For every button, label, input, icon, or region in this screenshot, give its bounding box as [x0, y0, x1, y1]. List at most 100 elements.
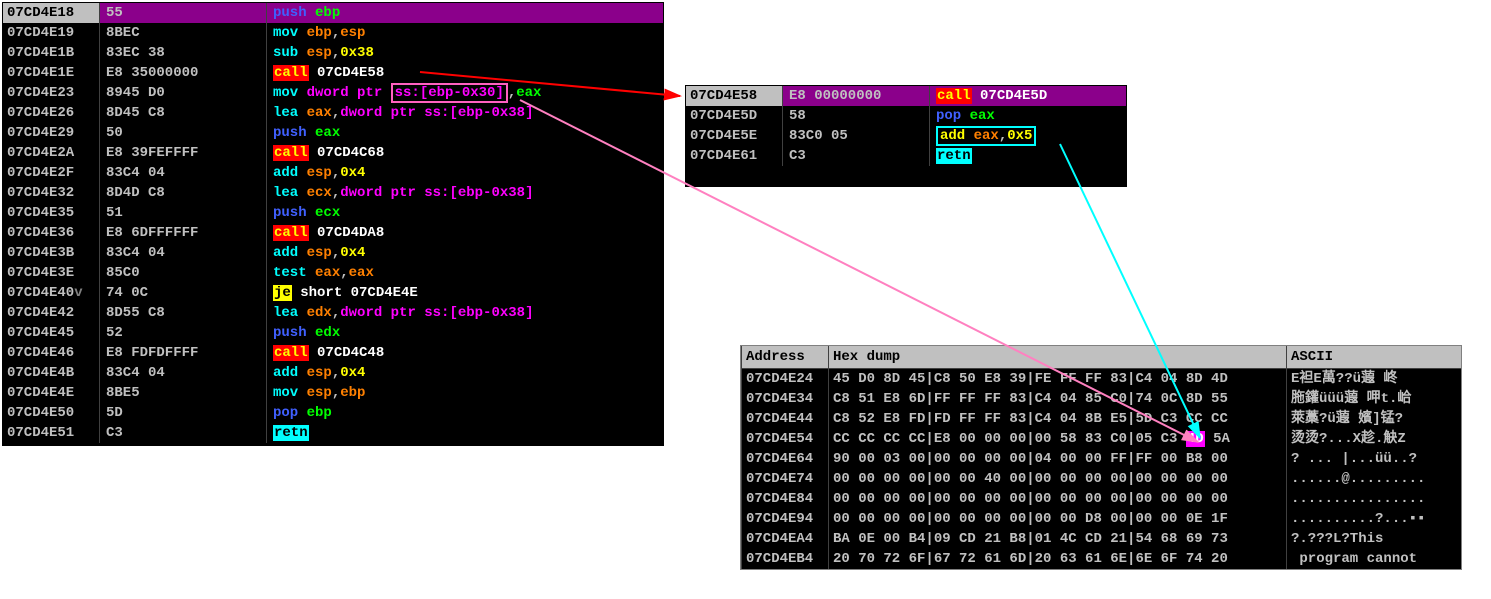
- hexdump-row[interactable]: 07CD4E2445 D0 8D 45|C8 50 E8 39|FE FF FF…: [741, 369, 1461, 389]
- disasm-row[interactable]: 07CD4E2950push eax: [3, 123, 663, 143]
- disasm-cell: push edx: [266, 323, 663, 343]
- hexdump-row[interactable]: 07CD4E9400 00 00 00|00 00 00 00|00 00 D8…: [741, 509, 1461, 529]
- disasm-cell: add esp,0x4: [266, 363, 663, 383]
- disasm-row[interactable]: 07CD4E46E8 FDFDFFFFcall 07CD4C48: [3, 343, 663, 363]
- disasm-cell: add esp,0x4: [266, 163, 663, 183]
- token: add: [273, 365, 307, 381]
- disasm-row[interactable]: 07CD4E2F83C4 04add esp,0x4: [3, 163, 663, 183]
- token: [961, 108, 969, 124]
- token: lea: [273, 105, 307, 121]
- hex-bytes: C8 51 E8 6D|FF FF FF 83|C4 04 85 C0|74 0…: [828, 389, 1286, 409]
- hexdump-row[interactable]: 07CD4EA4BA 0E 00 B4|09 CD 21 B8|01 4C CD…: [741, 529, 1461, 549]
- disasm-cell: lea edx,dword ptr ss:[ebp-0x38]: [266, 303, 663, 323]
- token: eax: [970, 108, 995, 124]
- disasm-cell: mov dword ptr ss:[ebp-0x30],eax: [266, 83, 663, 103]
- token: call: [273, 345, 309, 361]
- hex-bytes: 90 00 03 00|00 00 00 00|04 00 00 FF|FF 0…: [828, 449, 1286, 469]
- hex-bytes: 20 70 72 6F|67 72 61 6D|20 63 61 6E|6E 6…: [828, 549, 1286, 569]
- disasm-row[interactable]: 07CD4E268D45 C8lea eax,dword ptr ss:[ebp…: [3, 103, 663, 123]
- disasm-row[interactable]: 07CD4E4E8BE5mov esp,ebp: [3, 383, 663, 403]
- token: ,: [332, 365, 340, 381]
- disasm-row[interactable]: 07CD4E428D55 C8lea edx,dword ptr ss:[ebp…: [3, 303, 663, 323]
- token: eax: [315, 265, 340, 281]
- address-cell: 07CD4E51: [3, 423, 99, 443]
- hexdump-row[interactable]: 07CD4E44C8 52 E8 FD|FD FF FF 83|C4 04 8B…: [741, 409, 1461, 429]
- disasm-row[interactable]: 07CD4E51C3retn: [3, 423, 663, 443]
- hexdump-row[interactable]: 07CD4E6490 00 03 00|00 00 00 00|04 00 00…: [741, 449, 1461, 469]
- hexdump-row[interactable]: 07CD4EB420 70 72 6F|67 72 61 6D|20 63 61…: [741, 549, 1461, 569]
- bytes-cell: 83C4 04: [99, 363, 266, 383]
- bytes-cell: 8945 D0: [99, 83, 266, 103]
- bytes-cell: 8BE5: [99, 383, 266, 403]
- hexdump-row[interactable]: 07CD4E8400 00 00 00|00 00 00 00|00 00 00…: [741, 489, 1461, 509]
- token: dword ptr ss:[ebp-0x38]: [340, 185, 533, 201]
- token: push: [273, 5, 307, 21]
- disasm-main-panel[interactable]: 07CD4E1855push ebp07CD4E198BECmov ebp,es…: [2, 2, 664, 446]
- token: [309, 225, 317, 241]
- bytes-cell: 52: [99, 323, 266, 343]
- hexdump-row[interactable]: 07CD4E54CC CC CC CC|E8 00 00 00|00 58 83…: [741, 429, 1461, 449]
- bytes-cell: 83EC 38: [99, 43, 266, 63]
- disasm-row[interactable]: 07CD4E5E83C0 05add eax,0x5: [686, 126, 1126, 146]
- token: ,: [332, 105, 340, 121]
- disasm-row[interactable]: 07CD4E3B83C4 04add esp,0x4: [3, 243, 663, 263]
- disasm-row[interactable]: 07CD4E61C3retn: [686, 146, 1126, 166]
- disasm-row[interactable]: 07CD4E1855push ebp: [3, 3, 663, 23]
- hexdump-row[interactable]: 07CD4E34C8 51 E8 6D|FF FF FF 83|C4 04 85…: [741, 389, 1461, 409]
- disasm-cell: je short 07CD4E4E: [266, 283, 663, 303]
- token: 07CD4C68: [317, 145, 384, 161]
- token: ,: [332, 185, 340, 201]
- hex-ascii: E袒E萬??ü蕸 峂: [1286, 369, 1461, 389]
- address-cell: 07CD4E26: [3, 103, 99, 123]
- hex-ascii: program cannot: [1286, 549, 1461, 569]
- token: je: [273, 285, 292, 301]
- token: add: [940, 128, 974, 144]
- token: add: [273, 165, 307, 181]
- hexdump-row[interactable]: 07CD4E7400 00 00 00|00 00 40 00|00 00 00…: [741, 469, 1461, 489]
- disasm-cell: test eax,eax: [266, 263, 663, 283]
- bytes-cell: 50: [99, 123, 266, 143]
- disasm-row[interactable]: 07CD4E198BECmov ebp,esp: [3, 23, 663, 43]
- address-cell: 07CD4E2A: [3, 143, 99, 163]
- disasm-row[interactable]: 07CD4E36E8 6DFFFFFFcall 07CD4DA8: [3, 223, 663, 243]
- disasm-cell: retn: [266, 423, 663, 443]
- token: 07CD4E5D: [980, 88, 1047, 104]
- disasm-row[interactable]: 07CD4E4B83C4 04add esp,0x4: [3, 363, 663, 383]
- token: [307, 205, 315, 221]
- token: ,: [332, 165, 340, 181]
- token: eax: [307, 105, 332, 121]
- disasm-cell: push ecx: [266, 203, 663, 223]
- token: ,: [340, 265, 348, 281]
- hex-address: 07CD4E54: [741, 429, 828, 449]
- token: 0x5: [1007, 128, 1032, 144]
- token: [307, 125, 315, 141]
- disasm-row[interactable]: 07CD4E4552push edx: [3, 323, 663, 343]
- bytes-cell: E8 FDFDFFFF: [99, 343, 266, 363]
- disasm-row[interactable]: 07CD4E3E85C0test eax,eax: [3, 263, 663, 283]
- address-cell: 07CD4E1E: [3, 63, 99, 83]
- disasm-row[interactable]: 07CD4E3551push ecx: [3, 203, 663, 223]
- token: test: [273, 265, 315, 281]
- disasm-row[interactable]: 07CD4E1B83EC 38sub esp,0x38: [3, 43, 663, 63]
- disasm-row[interactable]: 07CD4E505Dpop ebp: [3, 403, 663, 423]
- disasm-row[interactable]: 07CD4E2AE8 39FEFFFFcall 07CD4C68: [3, 143, 663, 163]
- disasm-cell: push ebp: [266, 3, 663, 23]
- token: edx: [307, 305, 332, 321]
- token: ebp: [315, 5, 340, 21]
- disasm-sub-panel[interactable]: 07CD4E58E8 00000000call 07CD4E5D07CD4E5D…: [685, 85, 1127, 187]
- token: sub: [273, 45, 307, 61]
- disasm-row[interactable]: 07CD4E238945 D0mov dword ptr ss:[ebp-0x3…: [3, 83, 663, 103]
- token: eax: [315, 125, 340, 141]
- bytes-cell: E8 6DFFFFFF: [99, 223, 266, 243]
- token: add: [273, 245, 307, 261]
- disasm-row[interactable]: 07CD4E1EE8 35000000call 07CD4E58: [3, 63, 663, 83]
- disasm-row[interactable]: 07CD4E5D58pop eax: [686, 106, 1126, 126]
- token: ,: [332, 45, 340, 61]
- disasm-row[interactable]: 07CD4E328D4D C8lea ecx,dword ptr ss:[ebp…: [3, 183, 663, 203]
- disasm-row[interactable]: 07CD4E40v 74 0Cje short 07CD4E4E: [3, 283, 663, 303]
- address-cell: 07CD4E3E: [3, 263, 99, 283]
- hexdump-panel[interactable]: Address Hex dump ASCII 07CD4E2445 D0 8D …: [740, 345, 1462, 570]
- token: 0x4: [340, 365, 365, 381]
- disasm-cell: call 07CD4E58: [266, 63, 663, 83]
- disasm-row[interactable]: 07CD4E58E8 00000000call 07CD4E5D: [686, 86, 1126, 106]
